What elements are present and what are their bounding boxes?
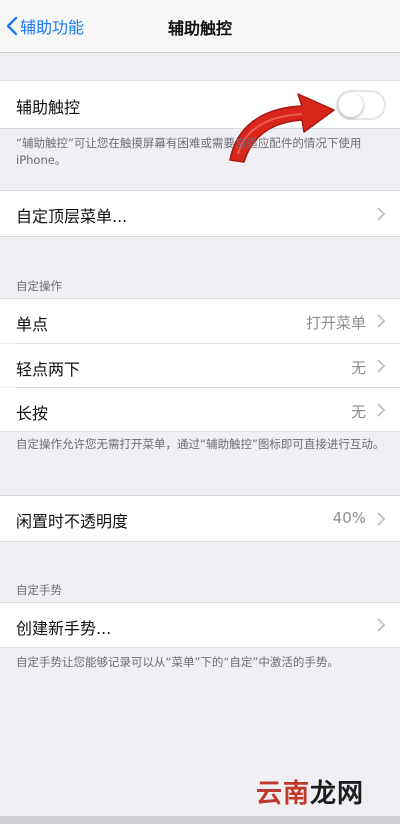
- chevron-right-icon: [377, 359, 386, 373]
- toggle-knob: [339, 93, 363, 117]
- assistive-touch-label: 辅助触控: [16, 98, 81, 117]
- create-new-gesture-row[interactable]: 创建新手势...: [0, 603, 400, 647]
- long-press-row[interactable]: 长按 无: [0, 388, 400, 431]
- assistive-touch-toggle[interactable]: [336, 90, 386, 120]
- page-title: 辅助触控: [167, 19, 232, 38]
- custom-gestures-header: 自定手势: [16, 583, 62, 597]
- chevron-right-icon: [377, 618, 386, 632]
- idle-opacity-value: 40%: [332, 509, 366, 527]
- chevron-right-icon: [377, 512, 386, 526]
- divider: [0, 128, 400, 129]
- divider: [0, 431, 400, 432]
- double-tap-label: 轻点两下: [16, 360, 81, 379]
- divider: [0, 541, 400, 542]
- custom-gestures-description: 自定手势让您能够记录可以从“菜单”下的“自定”中激活的手势。: [16, 655, 339, 669]
- chevron-right-icon: [377, 314, 386, 328]
- watermark-logo: 云南龙网: [256, 773, 364, 810]
- chevron-right-icon: [377, 403, 386, 417]
- custom-actions-header: 自定操作: [16, 279, 62, 293]
- double-tap-value: 无: [350, 359, 366, 377]
- single-tap-label: 单点: [16, 315, 49, 334]
- long-press-label: 长按: [16, 404, 49, 423]
- divider: [0, 236, 400, 237]
- navigation-bar: 辅助功能 辅助触控: [0, 0, 400, 53]
- bottom-strip: [0, 816, 400, 824]
- idle-opacity-label: 闲置时不透明度: [16, 512, 129, 531]
- custom-actions-description: 自定操作允许您无需打开菜单，通过“辅助触控”图标即可直接进行互动。: [16, 437, 385, 451]
- long-press-value: 无: [350, 403, 366, 421]
- idle-opacity-row[interactable]: 闲置时不透明度 40%: [0, 496, 400, 541]
- single-tap-value: 打开菜单: [305, 314, 366, 332]
- chevron-right-icon: [377, 207, 386, 221]
- create-new-gesture-label: 创建新手势...: [16, 619, 112, 638]
- assistive-touch-description: “辅助触控”可让您在触摸屏幕有困难或需要自适应配件的情况下使用 iPhone。: [16, 136, 362, 167]
- watermark-text-2: 龙网: [309, 779, 364, 809]
- customize-top-menu-row[interactable]: 自定顶层菜单...: [0, 191, 400, 236]
- single-tap-row[interactable]: 单点 打开菜单: [0, 299, 400, 343]
- divider: [0, 647, 400, 648]
- double-tap-row[interactable]: 轻点两下 无: [0, 344, 400, 387]
- watermark-text-1: 云南: [255, 779, 310, 809]
- customize-top-menu-label: 自定顶层菜单...: [16, 207, 128, 226]
